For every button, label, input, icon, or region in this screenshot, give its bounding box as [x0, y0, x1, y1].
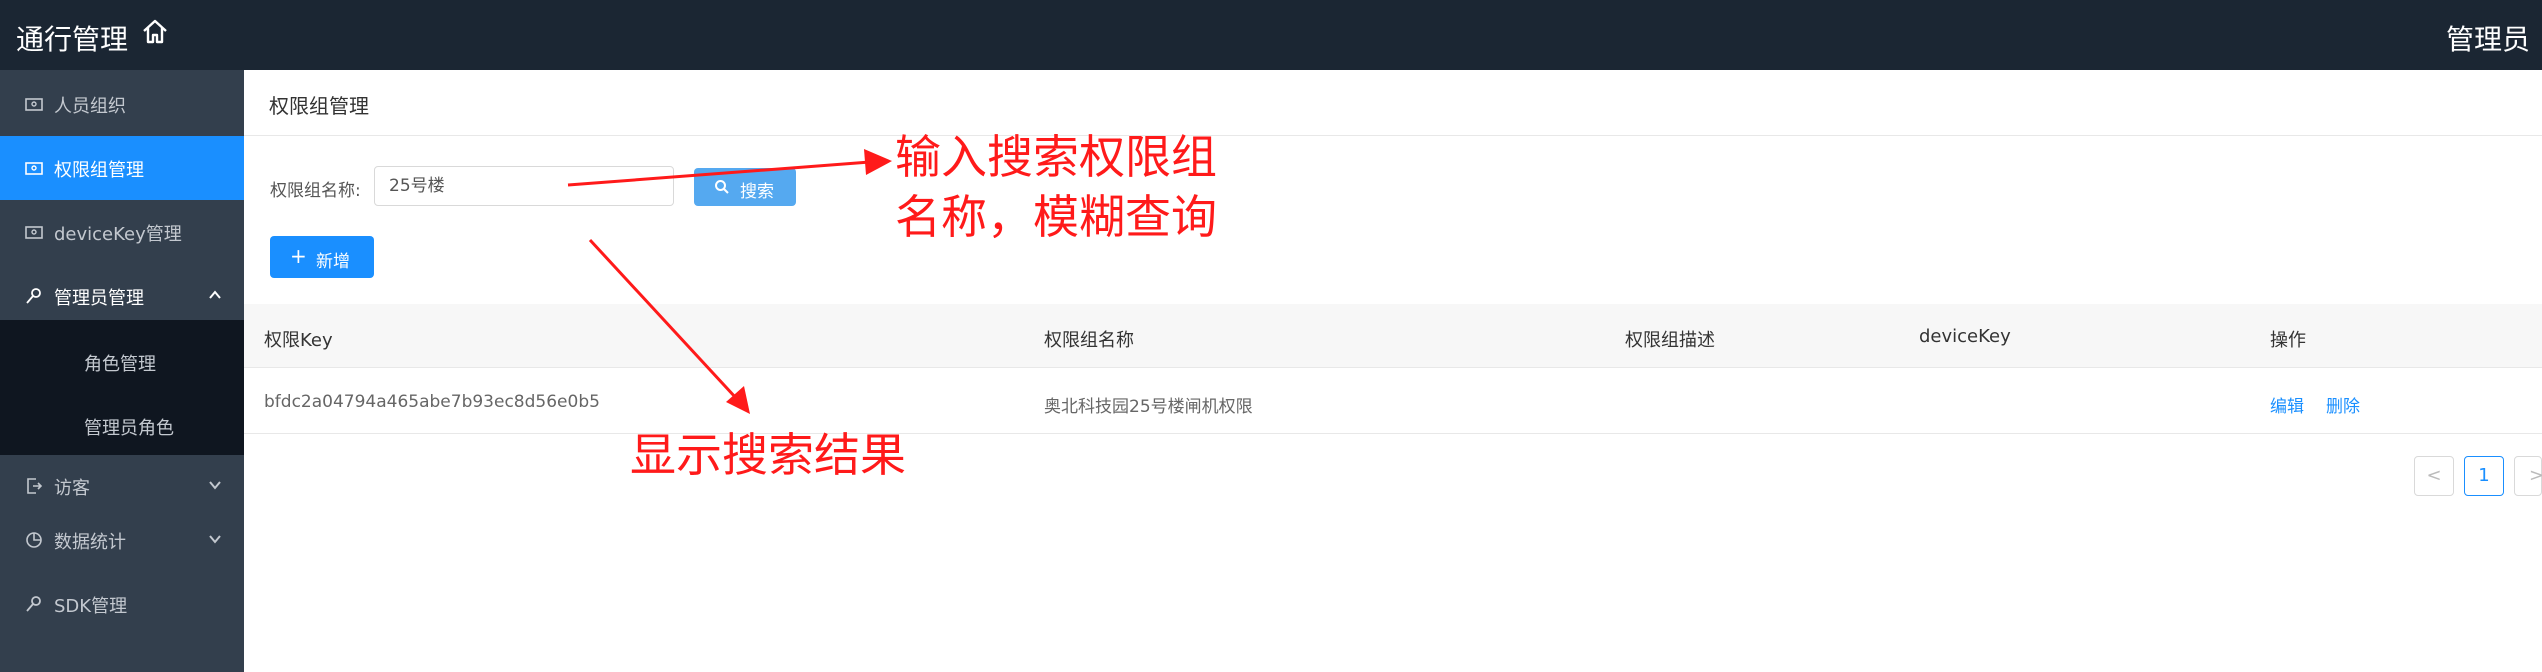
annotation-arrows: [567, 149, 892, 414]
annotation-search-note-line2: 名称，模糊查询: [895, 190, 1217, 244]
annotation-result-note: 显示搜索结果: [630, 428, 906, 482]
annotation-search-note-line1: 输入搜索权限组: [895, 130, 1217, 184]
